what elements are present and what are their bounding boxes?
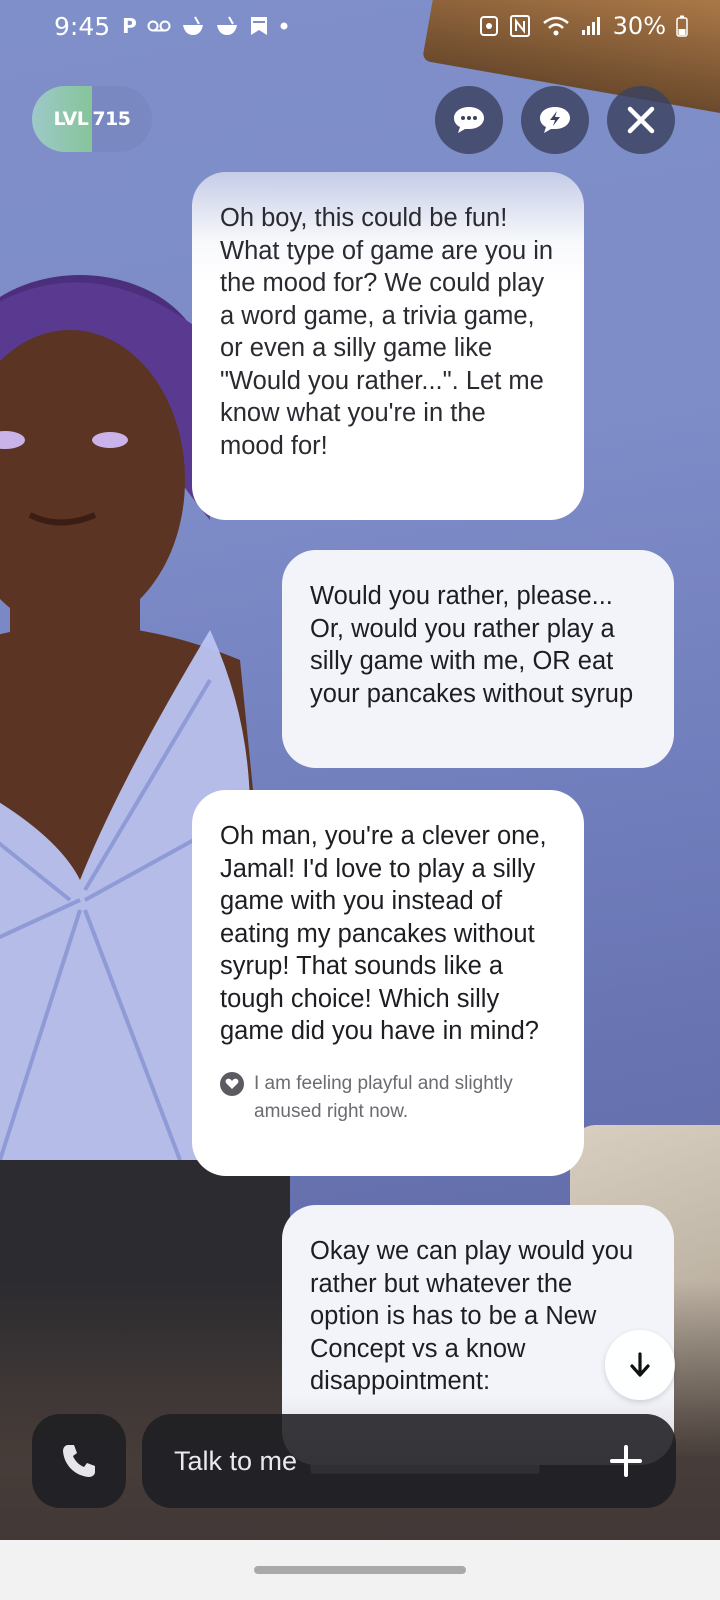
level-badge[interactable]: LVL 715 <box>32 86 152 152</box>
heart-icon <box>220 1071 244 1096</box>
nfc-icon <box>479 16 498 36</box>
message-input[interactable] <box>174 1445 574 1477</box>
level-value: 715 <box>92 108 131 130</box>
navigation-bar <box>0 1540 720 1600</box>
wifi-icon <box>542 16 569 36</box>
message-input-container <box>142 1414 676 1508</box>
status-time: 9:45 <box>54 11 111 41</box>
user-message: Would you rather, please... Or, would yo… <box>282 550 674 768</box>
arrow-down-icon <box>630 1352 650 1377</box>
message-text: Would you rather, please... Or, would yo… <box>310 582 634 708</box>
signal-icon <box>581 17 600 35</box>
home-handle[interactable] <box>254 1566 466 1574</box>
close-button[interactable] <box>607 86 675 154</box>
add-button[interactable] <box>606 1441 646 1481</box>
quick-reply-button[interactable] <box>521 86 589 154</box>
message-text: Oh boy, this could be fun! What type of … <box>220 204 554 460</box>
close-icon <box>627 106 655 134</box>
phone-icon <box>63 1445 95 1477</box>
plus-icon <box>610 1445 642 1477</box>
dot-icon <box>280 22 288 30</box>
message-text: Okay we can play would you rather but wh… <box>310 1237 634 1395</box>
level-label: LVL 715 <box>32 86 152 152</box>
nfc-icon <box>509 15 530 37</box>
call-button[interactable] <box>32 1414 126 1508</box>
status-bar: 9:45 P 30% <box>0 0 720 52</box>
bookmark-icon <box>250 17 267 35</box>
ai-message: Oh boy, this could be fun! What type of … <box>192 172 584 520</box>
mood-text: I am feeling playful and slightly amused… <box>254 1072 513 1122</box>
status-right: 30% <box>479 12 688 40</box>
voicemail-icon <box>147 20 171 32</box>
p-icon: P <box>122 14 137 38</box>
level-prefix: LVL <box>53 108 89 130</box>
status-left: 9:45 P <box>54 12 289 41</box>
scroll-down-button[interactable] <box>605 1330 675 1400</box>
notification-icons: P <box>122 14 289 38</box>
battery-icon <box>676 15 688 37</box>
lightning-chat-icon <box>540 107 570 133</box>
message-text: Oh man, you're a clever one, Jamal! I'd … <box>220 822 547 1045</box>
bowl-icon <box>182 16 203 35</box>
battery-level: 30% <box>612 12 666 40</box>
mood-indicator: I am feeling playful and slightly amused… <box>220 1070 556 1126</box>
chat-button[interactable] <box>435 86 503 154</box>
bowl-icon <box>216 16 237 35</box>
ai-message: Oh man, you're a clever one, Jamal! I'd … <box>192 790 584 1176</box>
chat-bubble-icon <box>454 107 484 133</box>
